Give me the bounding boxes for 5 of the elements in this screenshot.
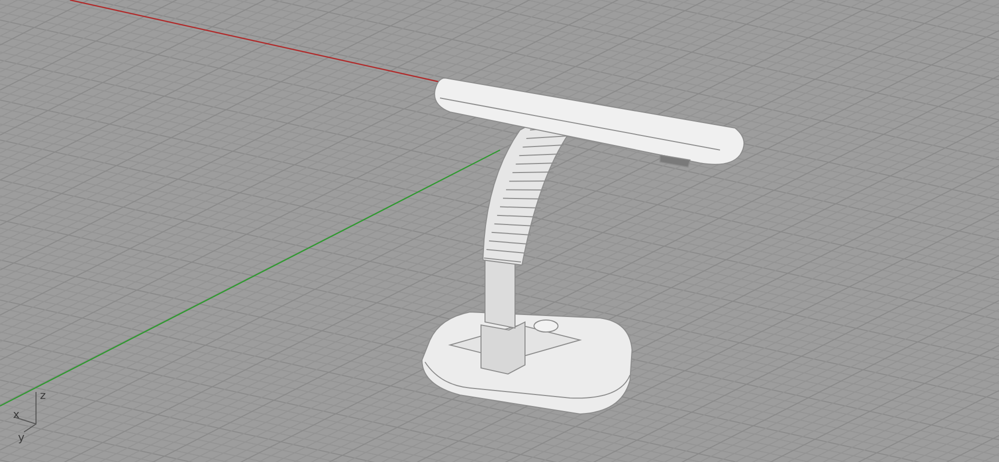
- axis-label: y: [18, 431, 25, 444]
- axis-gizmo-icon: [14, 392, 36, 432]
- axis-label: z: [40, 389, 46, 402]
- axis-label: x: [13, 408, 20, 421]
- viewport-canvas[interactable]: z x y: [0, 0, 999, 462]
